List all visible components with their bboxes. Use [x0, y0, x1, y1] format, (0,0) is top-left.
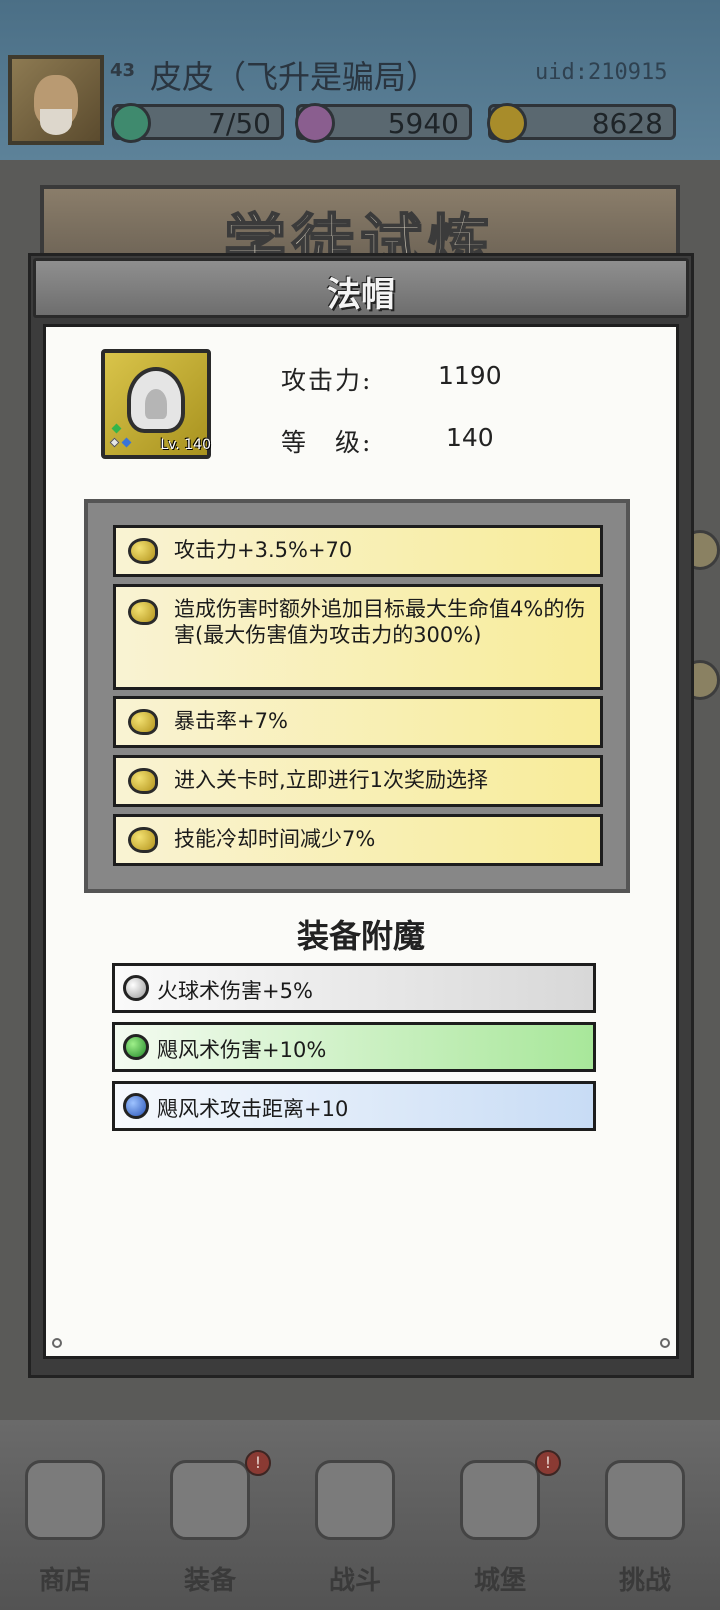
- nav-label: 装备: [183, 1566, 236, 1596]
- item-icon-frame: Lv. 140: [101, 349, 211, 459]
- corner-rivet: [52, 1338, 62, 1348]
- nav-label: 城堡: [473, 1566, 526, 1596]
- corner-rivet: [660, 1338, 670, 1348]
- affix-row: 攻击力+3.5%+70: [113, 525, 603, 577]
- backpack-icon: [170, 1460, 250, 1540]
- blue-gem-icon: [123, 1093, 149, 1119]
- enchant-text: 火球术伤害+5%: [157, 979, 313, 1003]
- level-label: 等 级:: [281, 428, 373, 457]
- stamina-value: 7/50: [208, 107, 271, 140]
- nav-castle[interactable]: ! 城堡: [435, 1450, 565, 1610]
- affix-row: 技能冷却时间减少7%: [113, 814, 603, 866]
- nav-label: 挑战: [618, 1566, 671, 1596]
- enchant-text: 飓风术攻击距离+10: [157, 1097, 349, 1121]
- crossed-swords-icon: [315, 1460, 395, 1540]
- level-value: 140: [446, 423, 494, 452]
- player-level-badge: 43: [110, 60, 136, 81]
- nav-shop[interactable]: 商店: [0, 1450, 130, 1610]
- castle-icon: [460, 1460, 540, 1540]
- affix-panel: 攻击力+3.5%+70 造成伤害时额外追加目标最大生命值4%的伤害(最大伤害值为…: [84, 499, 630, 893]
- pink-diamond-icon: [295, 103, 335, 143]
- gold-ore-icon: [128, 827, 158, 853]
- notification-badge: !: [245, 1450, 271, 1476]
- gold-ore-icon: [128, 768, 158, 794]
- nav-battle[interactable]: 战斗: [290, 1450, 420, 1610]
- gold-bar[interactable]: 8628: [487, 103, 676, 143]
- hat-inner: [145, 389, 167, 419]
- player-name: 皮皮（飞升是骗局）: [150, 58, 439, 96]
- diamond-value: 5940: [387, 107, 459, 140]
- diamond-bar[interactable]: 5940: [295, 103, 472, 143]
- green-gem-icon: [123, 1034, 149, 1060]
- white-gem-icon: [109, 437, 120, 448]
- nav-label: 商店: [38, 1566, 91, 1596]
- white-gem-icon: [123, 975, 149, 1001]
- mage-hat-icon: [127, 367, 185, 433]
- affix-row: 进入关卡时,立即进行1次奖励选择: [113, 755, 603, 807]
- blue-gem-icon: [121, 437, 132, 448]
- shop-icon: [25, 1460, 105, 1540]
- avatar-beard: [40, 109, 72, 135]
- gold-ore-icon: [128, 709, 158, 735]
- affix-row: 暴击率+7%: [113, 696, 603, 748]
- affix-row: 造成伤害时额外追加目标最大生命值4%的伤害(最大伤害值为攻击力的300%): [113, 584, 603, 690]
- affix-text: 暴击率+7%: [174, 709, 288, 733]
- nav-challenge[interactable]: 挑战: [580, 1450, 710, 1610]
- modal-header: 法帽: [33, 258, 689, 318]
- shield-icon: [605, 1460, 685, 1540]
- affix-text: 造成伤害时额外追加目标最大生命值4%的伤害(最大伤害值为攻击力的300%): [174, 597, 586, 647]
- enchant-text: 飓风术伤害+10%: [157, 1038, 327, 1062]
- item-level-tag: Lv. 140: [160, 437, 211, 453]
- enchant-title: 装备附魔: [296, 917, 425, 955]
- notification-badge: !: [535, 1450, 561, 1476]
- gold-value: 8628: [591, 107, 663, 140]
- affix-text: 攻击力+3.5%+70: [174, 538, 353, 562]
- attack-label: 攻击力:: [281, 366, 373, 395]
- enchant-row: 飓风术伤害+10%: [112, 1022, 596, 1072]
- gold-ore-icon: [128, 538, 158, 564]
- item-detail-modal: 法帽 Lv. 140 攻击力: 1190 等 级: 140 攻击力+3.5%+7…: [28, 253, 694, 1378]
- modal-title: 法帽: [327, 275, 395, 315]
- player-avatar[interactable]: [8, 55, 104, 145]
- nav-label: 战斗: [328, 1566, 381, 1596]
- gold-ore-icon: [128, 599, 158, 625]
- gold-coin-icon: [487, 103, 527, 143]
- green-gem-icon: [111, 103, 151, 143]
- green-gem-icon: [111, 423, 122, 434]
- affix-text: 技能冷却时间减少7%: [174, 827, 376, 851]
- player-uid: uid:210915: [535, 60, 668, 85]
- enchant-row: 火球术伤害+5%: [112, 963, 596, 1013]
- nav-equipment[interactable]: ! 装备: [145, 1450, 275, 1610]
- affix-text: 进入关卡时,立即进行1次奖励选择: [174, 768, 489, 792]
- attack-value: 1190: [438, 361, 502, 390]
- stamina-bar[interactable]: 7/50: [111, 103, 284, 143]
- enchant-row: 飓风术攻击距离+10: [112, 1081, 596, 1131]
- modal-body: Lv. 140 攻击力: 1190 等 级: 140 攻击力+3.5%+70 造…: [43, 324, 679, 1359]
